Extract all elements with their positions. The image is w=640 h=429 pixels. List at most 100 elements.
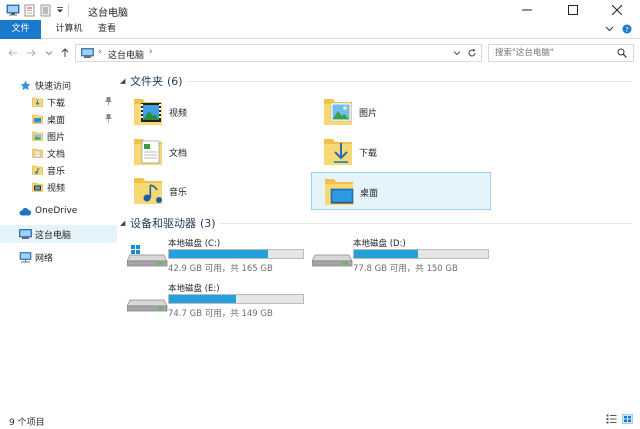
- download-folder-icon: [32, 97, 43, 107]
- breadcrumb-separator[interactable]: ›: [98, 47, 102, 57]
- drive-usage-bar: [168, 249, 304, 259]
- music-folder-icon: [134, 178, 162, 204]
- close-button[interactable]: [594, 0, 640, 20]
- details-view-icon[interactable]: [606, 414, 617, 427]
- music-folder-icon: [32, 165, 43, 175]
- ribbon-tabs: 文件 计算机 查看 ?: [0, 20, 640, 39]
- folder-desktop[interactable]: 桌面: [311, 172, 491, 210]
- sidebar-item-onedrive[interactable]: OneDrive: [0, 202, 117, 220]
- forward-button[interactable]: [24, 46, 38, 60]
- address-bar[interactable]: › 这台电脑 ›: [75, 44, 482, 62]
- drive-usage-bar: [353, 249, 489, 259]
- help-icon[interactable]: ?: [622, 24, 632, 37]
- hard-drive-icon: [312, 254, 353, 267]
- sidebar-item-desktop[interactable]: 桌面: [0, 110, 117, 128]
- download-folder-icon: [324, 139, 352, 165]
- sidebar-item-videos[interactable]: 视频: [0, 178, 117, 196]
- sidebar-item-quick-access[interactable]: 快速访问: [0, 76, 117, 94]
- documents-folder-icon: [32, 148, 43, 158]
- large-icons-view-icon[interactable]: [621, 413, 634, 427]
- group-divider: [187, 81, 632, 82]
- group-title: 文件夹: [130, 75, 163, 88]
- folders-group-header[interactable]: ◢ 文件夹 (6): [120, 74, 183, 89]
- item-count: 9 个项目: [9, 418, 45, 428]
- app-computer-icon[interactable]: [6, 3, 20, 17]
- network-icon: [19, 251, 32, 263]
- properties-icon[interactable]: [24, 3, 36, 17]
- arrow-right-icon: [27, 49, 36, 57]
- minimize-button[interactable]: [504, 0, 550, 20]
- drive-d[interactable]: 本地磁盘 (D:) 77.8 GB 可用，共 150 GB: [302, 237, 489, 277]
- folder-music[interactable]: 音乐: [121, 172, 301, 210]
- sidebar-item-pictures[interactable]: 图片: [0, 127, 117, 145]
- drive-free-space: 77.8 GB 可用，共 150 GB: [353, 264, 458, 274]
- sidebar-item-network[interactable]: 网络: [0, 248, 117, 266]
- breadcrumb-separator-end[interactable]: ›: [149, 47, 153, 57]
- pin-icon[interactable]: [104, 113, 113, 126]
- cloud-icon: [19, 207, 32, 216]
- tab-view[interactable]: 查看: [92, 20, 122, 39]
- documents-folder-icon: [134, 139, 162, 165]
- folder-downloads[interactable]: 下载: [311, 133, 491, 171]
- computer-icon: [81, 48, 94, 62]
- drive-free-space: 42.9 GB 可用，共 165 GB: [168, 264, 273, 274]
- arrow-up-icon: [61, 48, 69, 57]
- hard-drive-icon: [127, 299, 168, 312]
- collapse-arrow-icon[interactable]: ◢: [120, 219, 128, 227]
- quick-access-dropdown-icon[interactable]: [56, 3, 64, 17]
- group-count: (3): [200, 216, 216, 230]
- pin-icon[interactable]: [104, 96, 113, 109]
- title-separator: [68, 4, 69, 16]
- back-button[interactable]: [6, 46, 20, 60]
- expand-ribbon-icon[interactable]: [605, 24, 614, 37]
- tab-computer[interactable]: 计算机: [47, 20, 91, 39]
- status-bar: 9 个项目: [0, 409, 640, 429]
- tab-file[interactable]: 文件: [0, 20, 41, 39]
- maximize-button[interactable]: [550, 0, 596, 20]
- drive-free-space: 74.7 GB 可用，共 149 GB: [168, 309, 273, 319]
- drive-c[interactable]: 本地磁盘 (C:) 42.9 GB 可用，共 165 GB: [117, 237, 304, 277]
- videos-folder-icon: [32, 182, 43, 192]
- refresh-icon[interactable]: [467, 48, 477, 61]
- drive-e[interactable]: 本地磁盘 (E:) 74.7 GB 可用，共 149 GB: [117, 282, 304, 322]
- computer-icon: [19, 228, 32, 240]
- arrow-left-icon: [8, 49, 17, 57]
- close-icon: [612, 5, 622, 15]
- folder-label: 视频: [169, 109, 188, 119]
- sidebar-item-documents[interactable]: 文档: [0, 144, 117, 162]
- content-pane: ◢ 文件夹 (6) 视频 图片 文档 下载 音乐 桌面 ◢ 设备和驱动器 (3)…: [117, 66, 640, 409]
- breadcrumb-this-pc[interactable]: 这台电脑: [108, 48, 144, 61]
- videos-folder-icon: [134, 99, 162, 125]
- search-input[interactable]: [495, 47, 605, 59]
- folder-documents[interactable]: 文档: [121, 133, 301, 171]
- sidebar-item-downloads[interactable]: 下载: [0, 93, 117, 111]
- address-row: › 这台电脑 ›: [0, 40, 640, 66]
- drive-usage-fill: [169, 295, 236, 303]
- drive-name: 本地磁盘 (D:): [353, 239, 406, 249]
- up-button[interactable]: [58, 46, 72, 60]
- new-folder-icon[interactable]: [40, 3, 52, 17]
- drive-name: 本地磁盘 (E:): [168, 284, 220, 294]
- desktop-folder-icon: [32, 114, 43, 124]
- folder-label: 图片: [359, 109, 378, 119]
- desktop-folder-icon: [325, 179, 354, 205]
- recent-locations-button[interactable]: [42, 46, 56, 60]
- window-title: 这台电脑: [88, 8, 128, 19]
- search-box[interactable]: [488, 44, 634, 62]
- sidebar-item-this-pc[interactable]: 这台电脑: [0, 225, 117, 243]
- hard-drive-windows-icon: [127, 245, 168, 267]
- folder-label: 文档: [169, 149, 188, 159]
- star-icon: [20, 80, 31, 91]
- search-icon[interactable]: [617, 48, 627, 61]
- collapse-arrow-icon[interactable]: ◢: [120, 77, 128, 85]
- drive-usage-fill: [169, 250, 269, 258]
- navigation-pane: 快速访问 下载 桌面 图片 文档 音乐 视频 OneDrive 这台电脑 网络: [0, 66, 117, 409]
- folder-videos[interactable]: 视频: [121, 93, 301, 131]
- drive-usage-bar: [168, 294, 304, 304]
- drives-group-header[interactable]: ◢ 设备和驱动器 (3): [120, 216, 216, 231]
- pictures-folder-icon: [32, 131, 43, 141]
- address-dropdown-icon[interactable]: [453, 49, 461, 60]
- svg-text:?: ?: [625, 26, 629, 34]
- sidebar-item-music[interactable]: 音乐: [0, 161, 117, 179]
- folder-pictures[interactable]: 图片: [311, 93, 491, 131]
